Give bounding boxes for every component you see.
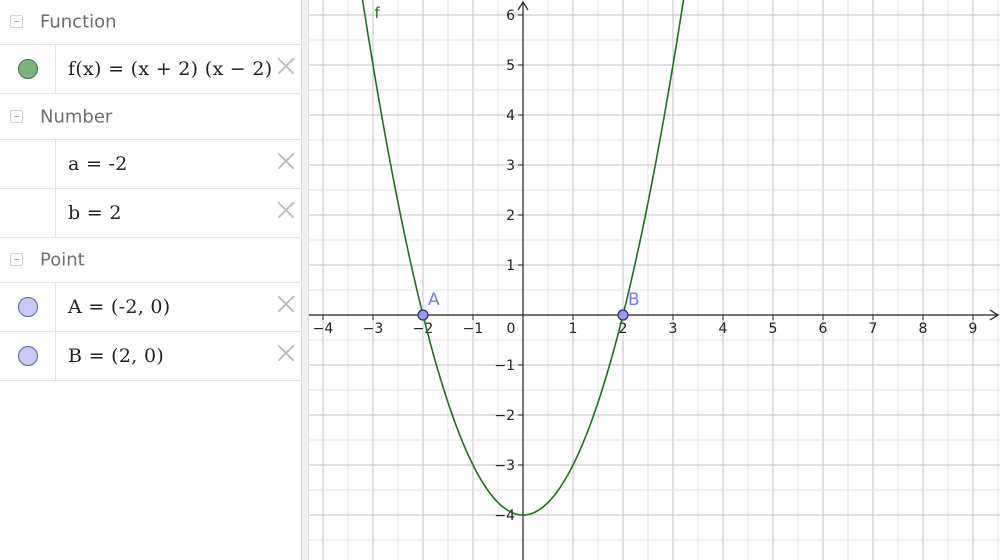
point-label-A: A bbox=[428, 290, 440, 310]
visibility-toggle-icon[interactable] bbox=[18, 346, 38, 366]
delete-icon[interactable] bbox=[277, 57, 295, 75]
x-tick-label: 8 bbox=[919, 321, 928, 337]
x-tick-label: 6 bbox=[819, 321, 828, 337]
point-A bbox=[417, 309, 429, 321]
algebra-item-b[interactable]: b = 2 bbox=[0, 189, 301, 238]
algebra-item-text[interactable]: f(x) = (x + 2) (x − 2) bbox=[68, 58, 272, 80]
x-tick-label: −2 bbox=[413, 321, 434, 337]
algebra-item-f[interactable]: f(x) = (x + 2) (x − 2) bbox=[0, 45, 301, 94]
group-header-point[interactable]: Point bbox=[0, 238, 301, 283]
y-tick-label: 1 bbox=[506, 258, 515, 274]
algebra-item-text[interactable]: A = (-2, 0) bbox=[68, 296, 171, 318]
y-tick-label: 6 bbox=[506, 8, 515, 24]
x-tick-label: 1 bbox=[569, 321, 578, 337]
algebra-item-text[interactable]: a = -2 bbox=[68, 153, 128, 175]
delete-icon[interactable] bbox=[277, 295, 295, 313]
algebra-item-text[interactable]: B = (2, 0) bbox=[68, 345, 164, 367]
marble-cell bbox=[0, 140, 56, 188]
collapse-icon[interactable] bbox=[10, 15, 23, 28]
function-label-f: f bbox=[375, 4, 381, 22]
marble-cell bbox=[0, 45, 56, 93]
x-tick-label: −4 bbox=[313, 321, 334, 337]
x-tick-label: 0 bbox=[507, 321, 516, 337]
algebra-view: Function f(x) = (x + 2) (x − 2) Number a… bbox=[0, 0, 301, 560]
collapse-icon[interactable] bbox=[10, 253, 23, 266]
x-tick-label: 4 bbox=[719, 321, 728, 337]
point-B bbox=[617, 309, 629, 321]
x-tick-label: 7 bbox=[869, 321, 878, 337]
graphics-view[interactable]: −4 −3 −2 −1 0 1 2 3 4 5 6 7 8 9 6 5 4 3 2 1 −1 −2 −3 −4 f A B bbox=[309, 0, 1000, 560]
y-tick-label: −1 bbox=[494, 358, 515, 374]
delete-icon[interactable] bbox=[277, 201, 295, 219]
algebra-item-B[interactable]: B = (2, 0) bbox=[0, 332, 301, 381]
visibility-toggle-icon[interactable] bbox=[18, 59, 38, 79]
delete-icon[interactable] bbox=[277, 344, 295, 362]
group-header-number[interactable]: Number bbox=[0, 95, 301, 140]
delete-icon[interactable] bbox=[277, 152, 295, 170]
group-label-function: Function bbox=[40, 11, 117, 33]
y-tick-label: 5 bbox=[506, 58, 515, 74]
visibility-toggle-icon[interactable] bbox=[18, 297, 38, 317]
x-tick-label: 5 bbox=[769, 321, 778, 337]
y-tick-label: 4 bbox=[506, 108, 515, 124]
group-label-point: Point bbox=[40, 249, 85, 271]
point-label-B: B bbox=[628, 290, 640, 310]
x-tick-label: −3 bbox=[363, 321, 384, 337]
collapse-icon[interactable] bbox=[10, 110, 23, 123]
group-label-number: Number bbox=[40, 106, 113, 128]
x-tick-label: −1 bbox=[463, 321, 484, 337]
marble-cell bbox=[0, 332, 56, 380]
algebra-item-text[interactable]: b = 2 bbox=[68, 202, 122, 224]
y-tick-label: −2 bbox=[494, 408, 515, 424]
group-header-function[interactable]: Function bbox=[0, 0, 301, 45]
algebra-item-a[interactable]: a = -2 bbox=[0, 140, 301, 189]
view-splitter[interactable] bbox=[301, 0, 309, 560]
algebra-item-A[interactable]: A = (-2, 0) bbox=[0, 283, 301, 332]
x-tick-label: 3 bbox=[669, 321, 678, 337]
marble-cell bbox=[0, 283, 56, 331]
marble-cell bbox=[0, 189, 56, 237]
y-tick-label: −4 bbox=[494, 508, 515, 524]
x-tick-label: 9 bbox=[969, 321, 978, 337]
graphics-canvas[interactable]: −4 −3 −2 −1 0 1 2 3 4 5 6 7 8 9654321−1−2−3−4fA B bbox=[309, 0, 1000, 560]
y-tick-label: 2 bbox=[506, 208, 515, 224]
y-tick-label: −3 bbox=[494, 458, 515, 474]
grid bbox=[309, 0, 1000, 560]
y-tick-label: 3 bbox=[506, 158, 515, 174]
